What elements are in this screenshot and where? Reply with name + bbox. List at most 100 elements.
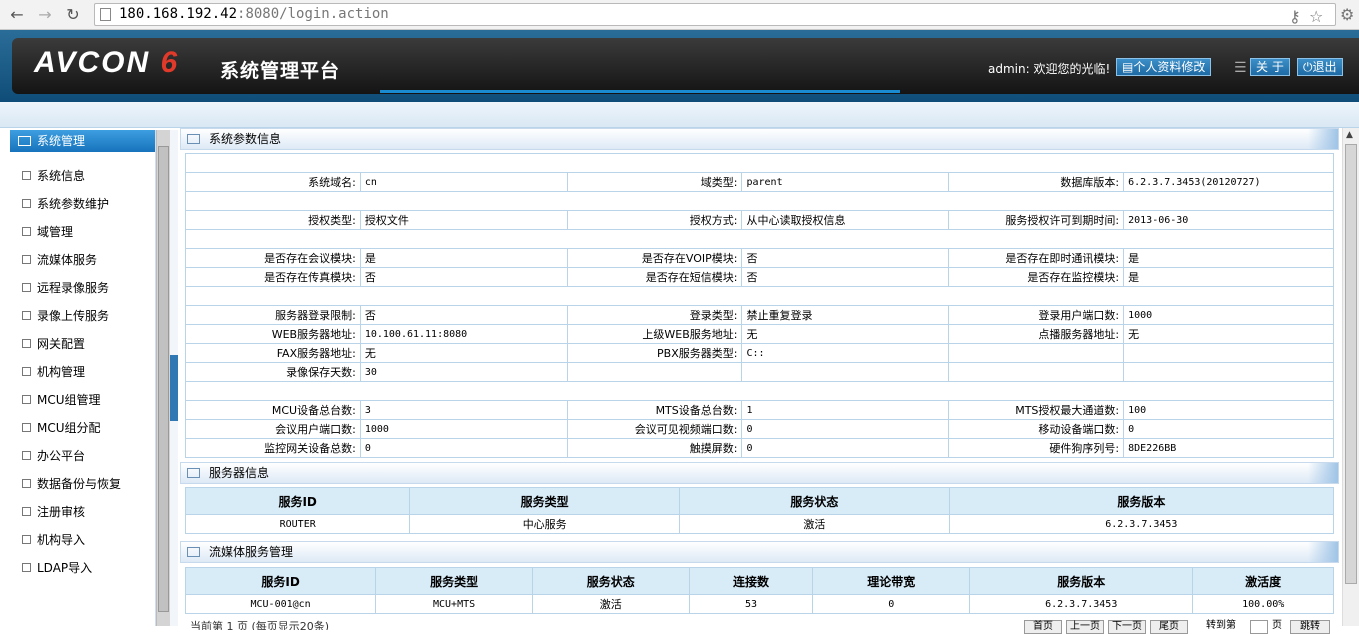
column-header[interactable]: 服务类型 — [409, 487, 681, 515]
browser-toolbar: ← → ↻ 180.168.192.42:8080/login.action ⚷… — [0, 0, 1359, 30]
wrench-icon[interactable]: ⚷ — [1289, 7, 1301, 26]
sidebar-item[interactable]: MCU组分配 — [22, 419, 101, 436]
param-value: 10.100.61.11:8080 — [359, 324, 568, 344]
sidebar-item-label: 机构导入 — [37, 533, 86, 547]
sidebar-item-label: 办公平台 — [37, 449, 86, 463]
param-label: 服务授权许可到期时间: — [948, 210, 1125, 230]
column-header[interactable]: 服务状态 — [531, 567, 690, 595]
doc-icon — [22, 563, 31, 572]
column-header[interactable]: 服务状态 — [679, 487, 950, 515]
forward-arrow-icon[interactable]: → — [34, 4, 56, 26]
logout-button[interactable]: ⏻退出 — [1297, 58, 1343, 76]
sidebar-scroll-thumb[interactable] — [158, 146, 169, 612]
param-label: 触摸屏数: — [566, 438, 743, 458]
param-label: 点播服务器地址: — [948, 324, 1125, 344]
back-arrow-icon[interactable]: ← — [6, 4, 28, 26]
sidebar-item[interactable]: 数据备份与恢复 — [22, 475, 121, 492]
sidebar-item[interactable]: 办公平台 — [22, 447, 85, 464]
profile-edit-button[interactable]: ▤个人资料修改 — [1116, 58, 1212, 76]
main-content: 系统参数信息 系统域名: cn 域类型: parent 数据库版本: 6.2.3.7.34… — [180, 128, 1339, 626]
first-page-button[interactable]: 首页 — [1024, 620, 1062, 634]
prev-page-button[interactable]: 上一页 — [1066, 620, 1104, 634]
column-header[interactable]: 理论带宽 — [812, 567, 971, 595]
param-label: 登录用户端口数: — [948, 305, 1125, 325]
sidebar-item[interactable]: 系统信息 — [22, 167, 85, 184]
param-value: 6.2.3.7.3453(20120727) — [1123, 172, 1334, 192]
panel-icon — [187, 134, 200, 144]
param-value: 0 — [741, 419, 950, 439]
param-value: 否 — [741, 267, 950, 287]
sidebar-item[interactable]: LDAP导入 — [22, 559, 92, 576]
column-header[interactable]: 服务版本 — [948, 487, 1335, 515]
param-label: 是否存在即时通讯模块: — [948, 248, 1125, 268]
next-page-button[interactable]: 下一页 — [1108, 620, 1146, 634]
param-label: 上级WEB服务地址: — [566, 324, 743, 344]
column-header[interactable]: 服务版本 — [969, 567, 1194, 595]
param-label: WEB服务器地址: — [185, 324, 361, 344]
doc-icon — [22, 367, 31, 376]
settings-wrench-icon[interactable]: ⚙ — [1340, 5, 1354, 24]
sidebar-item[interactable]: 录像上传服务 — [22, 307, 109, 324]
sidebar-item[interactable]: 机构管理 — [22, 363, 85, 380]
address-bar[interactable]: 180.168.192.42:8080/login.action ⚷ ☆ — [94, 3, 1336, 26]
table-cell: 6.2.3.7.3453 — [948, 514, 1335, 534]
param-label: 登录类型: — [566, 305, 743, 325]
param-label: 是否存在传真模块: — [185, 267, 361, 287]
collapse-handle[interactable] — [170, 355, 178, 421]
content-scrollbar[interactable]: ▲ — [1342, 128, 1359, 626]
param-value: 0 — [741, 438, 950, 458]
bookmark-star-icon[interactable]: ☆ — [1309, 7, 1323, 26]
sidebar-item-label: 机构管理 — [37, 365, 86, 379]
param-label: MTS授权最大通道数: — [948, 400, 1125, 420]
params-row: 是否存在会议模块: 是是否存在VOIP模块: 否是否存在即时通讯模块: 是 — [185, 248, 1334, 268]
content-scroll-thumb[interactable] — [1345, 144, 1357, 584]
column-header[interactable]: 连接数 — [688, 567, 814, 595]
param-label: 录像保存天数: — [185, 362, 361, 382]
table-cell: 100.00% — [1192, 594, 1334, 614]
page-number-input[interactable] — [1250, 620, 1268, 634]
params-row: WEB服务器地址: 10.100.61.11:8080 上级WEB服务地址: 无点播服… — [185, 324, 1334, 344]
param-value: C:: — [741, 343, 950, 363]
about-button[interactable]: 关 于 — [1250, 58, 1290, 76]
sidebar-scrollbar[interactable] — [156, 130, 170, 626]
table-row[interactable]: ROUTER 中心服务 激活 6.2.3.7.3453 — [184, 514, 1335, 534]
params-row — [185, 286, 1334, 306]
sidebar-item[interactable]: 远程录像服务 — [22, 279, 109, 296]
param-label — [566, 362, 743, 382]
params-row — [185, 381, 1334, 401]
column-header[interactable]: 服务ID — [184, 487, 411, 515]
last-page-button[interactable]: 尾页 — [1150, 620, 1188, 634]
reload-icon[interactable]: ↻ — [62, 4, 84, 26]
param-value: 0 — [359, 438, 568, 458]
go-button[interactable]: 跳转 — [1290, 620, 1330, 634]
param-value — [1123, 343, 1334, 363]
panel-icon — [187, 547, 200, 557]
param-label: 是否存在短信模块: — [566, 267, 743, 287]
params-row: FAX服务器地址: 无 PBX服务器类型: C:: — [185, 343, 1334, 363]
table-row[interactable]: MCU-001@cn MCU+MTS 激活 53 0 6.2.3.7.3453 100.00… — [184, 594, 1334, 614]
param-value: 3 — [359, 400, 568, 420]
sidebar-item[interactable]: 系统参数维护 — [22, 195, 109, 212]
param-label: 移动设备端口数: — [948, 419, 1125, 439]
sidebar-item[interactable]: 机构导入 — [22, 531, 85, 548]
param-label: 域类型: — [566, 172, 743, 192]
sidebar-header[interactable]: 系统管理 — [10, 130, 155, 152]
spacer-cell — [185, 153, 1334, 173]
param-label: 监控网关设备总数: — [185, 438, 361, 458]
param-label — [948, 362, 1125, 382]
table-cell: 0 — [812, 594, 971, 614]
sidebar-item[interactable]: 域管理 — [22, 223, 73, 240]
sidebar-item-label: 远程录像服务 — [37, 281, 110, 295]
sidebar-item[interactable]: 流媒体服务 — [22, 251, 97, 268]
param-value: 1000 — [1123, 305, 1334, 325]
column-header[interactable]: 服务ID — [184, 567, 377, 595]
sidebar-item[interactable]: 注册审核 — [22, 503, 85, 520]
sidebar-item[interactable]: MCU组管理 — [22, 391, 101, 408]
sidebar-item-label: MCU组管理 — [37, 393, 101, 407]
params-row: 授权类型: 授权文件 授权方式: 从中心读取授权信息 服务授权许可到期时间: 2013-0… — [185, 210, 1334, 230]
column-header[interactable]: 激活度 — [1192, 567, 1334, 595]
sidebar-item[interactable]: 网关配置 — [22, 335, 85, 352]
column-header[interactable]: 服务类型 — [375, 567, 533, 595]
scroll-up-icon[interactable]: ▲ — [1346, 130, 1353, 140]
doc-icon — [22, 535, 31, 544]
